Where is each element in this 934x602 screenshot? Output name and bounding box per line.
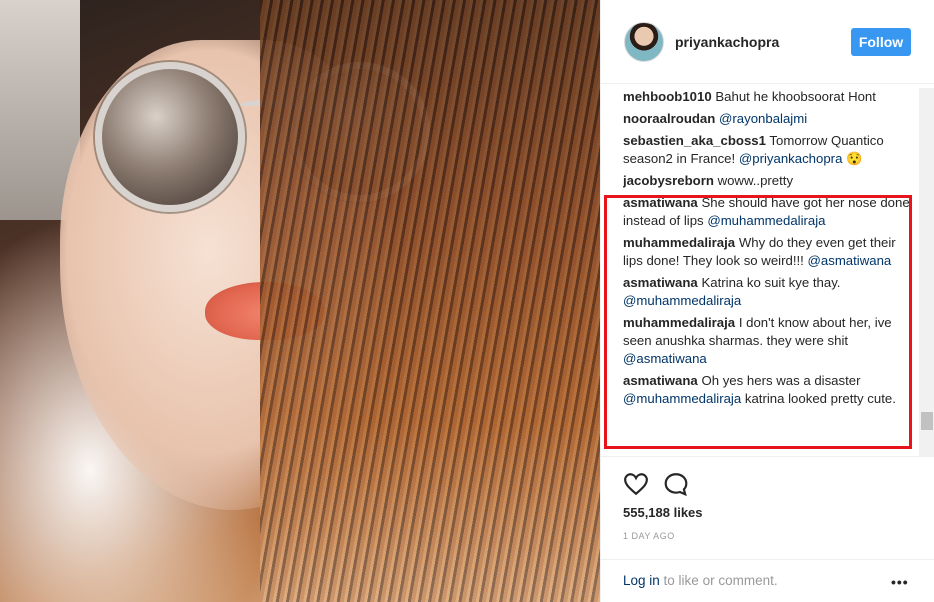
comment-author[interactable]: sebastien_aka_cboss1 xyxy=(623,133,766,148)
comment-author[interactable]: mehboob1010 xyxy=(623,89,712,104)
comment: nooraalroudan @rayonbalajmi xyxy=(623,110,919,128)
hair xyxy=(260,0,600,602)
comment-text: Bahut he khoobsoorat Hont xyxy=(715,89,876,104)
login-prompt: Log in to like or comment. ••• xyxy=(601,559,934,602)
username[interactable]: priyankachopra xyxy=(675,34,779,50)
follow-button[interactable]: Follow xyxy=(851,28,911,56)
post-timestamp: 1 DAY AGO xyxy=(623,531,675,541)
comments-scrollbar[interactable] xyxy=(919,88,934,456)
comment-author[interactable]: nooraalroudan xyxy=(623,111,715,126)
heart-icon[interactable] xyxy=(623,471,649,497)
comment: jacobysreborn woww..pretty xyxy=(623,172,919,190)
comment-mention[interactable]: @rayonbalajmi xyxy=(719,111,807,126)
post-header: priyankachopra Follow xyxy=(601,0,934,84)
post-actions: 555,188 likes 1 DAY AGO Log in to like o… xyxy=(601,456,934,602)
avatar[interactable] xyxy=(624,22,664,62)
post-photo xyxy=(0,0,600,602)
comment-text: woww..pretty xyxy=(717,173,794,188)
sunglasses-left-lens xyxy=(95,62,245,212)
comment: sebastien_aka_cboss1 Tomorrow Quantico s… xyxy=(623,132,919,168)
highlight-box xyxy=(604,195,912,449)
speech-bubble-icon[interactable] xyxy=(663,471,689,497)
more-options-icon[interactable]: ••• xyxy=(891,574,909,590)
likes-count[interactable]: 555,188 likes xyxy=(623,505,703,520)
comment-mention[interactable]: @priyankachopra xyxy=(739,151,843,166)
login-prompt-text: Log in to like or comment. xyxy=(623,573,778,588)
comment-author[interactable]: jacobysreborn xyxy=(623,173,714,188)
login-prompt-rest: to like or comment. xyxy=(659,573,778,588)
comment: mehboob1010 Bahut he khoobsoorat Hont xyxy=(623,88,919,106)
login-link[interactable]: Log in xyxy=(623,573,660,588)
astonished-emoji: 😯 xyxy=(846,151,863,166)
scrollbar-thumb[interactable] xyxy=(921,412,933,430)
